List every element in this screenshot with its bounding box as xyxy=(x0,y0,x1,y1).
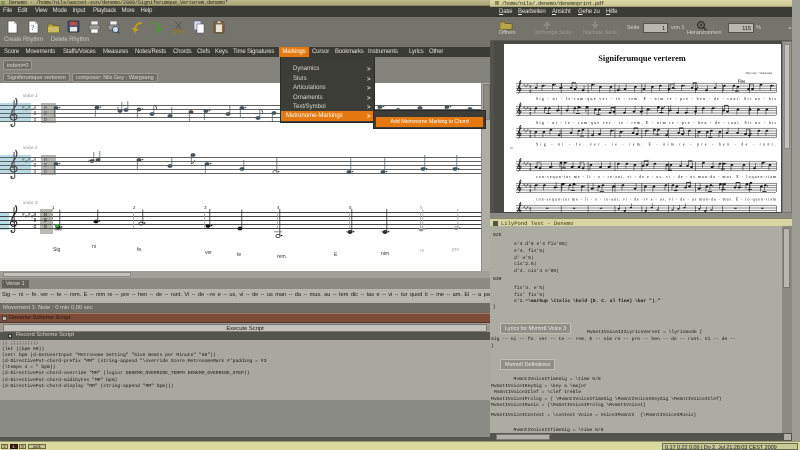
svg-text:ver: ver xyxy=(205,250,212,256)
svg-text:rem.: rem. xyxy=(277,254,287,260)
svg-text:3: 3 xyxy=(204,205,207,210)
svg-text:1: 1 xyxy=(52,205,55,210)
svg-text:Sig - ni - fe - rum-que ver: Sig - ni - fe - rum-que ver - te - rem. … xyxy=(536,121,777,125)
svg-text:con-sequn-tur me - li - o - re: con-sequn-tur me - li - o - re-ant, vi -… xyxy=(536,198,776,203)
svg-text:6: 6 xyxy=(530,130,532,134)
svg-text:8: 8 xyxy=(530,212,532,213)
svg-text:2: 2 xyxy=(133,205,136,210)
svg-text:voice 1: voice 1 xyxy=(23,93,38,98)
svg-text:ni: ni xyxy=(92,244,96,250)
svg-text:8: 8 xyxy=(530,112,532,116)
svg-text:Sig - ni - fe-rum-que ver -: Sig - ni - fe-rum-que ver - te - rem. E … xyxy=(536,97,777,101)
svg-text:Signiferumque verterem: Signiferumque verterem xyxy=(598,54,686,63)
svg-text:6: 6 xyxy=(530,107,532,111)
svg-text:6: 6 xyxy=(530,163,532,167)
svg-text:8: 8 xyxy=(530,168,532,172)
svg-text:con-sequn-tur me - li - o - re: con-sequn-tur me - li - o - re-ant, vi -… xyxy=(536,175,776,180)
svg-text:voice 3: voice 3 xyxy=(23,200,38,205)
svg-text:re: re xyxy=(420,248,425,254)
svg-text:voice 2: voice 2 xyxy=(23,145,38,150)
svg-text:8: 8 xyxy=(44,117,47,123)
svg-text:?: ? xyxy=(31,24,34,32)
svg-text:6: 6 xyxy=(420,205,423,210)
svg-text:8: 8 xyxy=(530,189,532,193)
svg-text:nim: nim xyxy=(381,251,389,257)
svg-text:Sig - ni - fe. ve: Sig - ni - fe. ver - te - rem. E - nim r… xyxy=(536,143,776,147)
svg-text:8: 8 xyxy=(34,117,37,123)
svg-text:Nils Gey - Wargsang: Nils Gey - Wargsang xyxy=(745,71,772,75)
svg-text:8: 8 xyxy=(44,169,47,175)
svg-text:fe.: fe. xyxy=(137,247,143,253)
svg-text:6: 6 xyxy=(530,184,532,188)
svg-text:8: 8 xyxy=(34,169,37,175)
svg-text:6: 6 xyxy=(530,85,532,89)
svg-text:8: 8 xyxy=(530,135,532,139)
svg-text:te: te xyxy=(237,252,241,258)
svg-text:8: 8 xyxy=(530,90,532,94)
svg-text:6: 6 xyxy=(530,207,532,211)
svg-text:8: 8 xyxy=(34,224,37,230)
svg-text:Sig: Sig xyxy=(53,247,60,253)
svg-text:E: E xyxy=(334,252,338,258)
svg-text:pre: pre xyxy=(452,247,459,253)
svg-text:10: 10 xyxy=(510,147,513,150)
svg-text:8: 8 xyxy=(44,224,47,230)
